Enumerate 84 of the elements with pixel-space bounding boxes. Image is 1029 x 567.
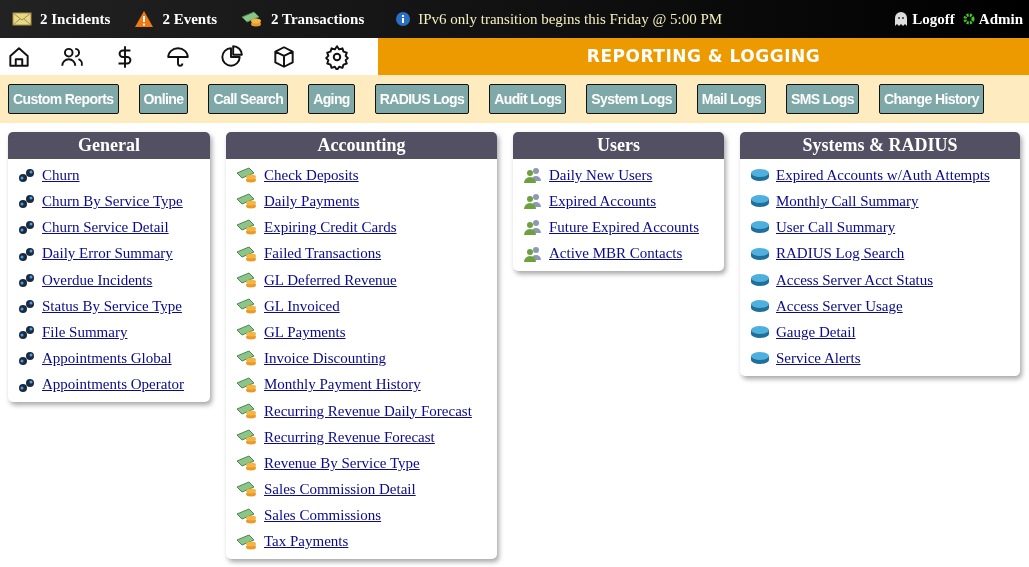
report-link[interactable]: Churn Service Detail: [42, 216, 169, 239]
money-icon: [236, 219, 258, 236]
money-icon: [236, 271, 258, 288]
money-icon: [236, 245, 258, 262]
report-link[interactable]: GL Deferred Revenue: [264, 268, 397, 292]
report-link[interactable]: Active MBR Contacts: [549, 242, 683, 265]
report-link[interactable]: GL Payments: [264, 320, 346, 344]
money-icon: [236, 455, 258, 472]
panel-title: Systems & RADIUS: [740, 132, 1020, 159]
report-link[interactable]: RADIUS Log Search: [776, 242, 905, 265]
panel-title: General: [8, 132, 210, 159]
report-link[interactable]: GL Invoiced: [264, 294, 340, 318]
money-icon: [236, 428, 258, 445]
report-link[interactable]: Invoice Discounting: [264, 347, 387, 370]
ghost-icon: [894, 11, 909, 27]
users-icon: [523, 193, 543, 210]
report-link[interactable]: Expired Accounts: [549, 190, 657, 213]
money-icon: [236, 193, 258, 210]
binoculars-icon: [18, 245, 36, 262]
report-link[interactable]: Expiring Credit Cards: [264, 216, 397, 239]
report-link[interactable]: Sales Commission Detail: [264, 478, 416, 501]
binoculars-icon: [18, 167, 36, 184]
report-link[interactable]: Sales Commissions: [264, 504, 382, 527]
user-link[interactable]: Admin: [962, 7, 1023, 31]
binoculars-icon: [18, 376, 36, 393]
report-link[interactable]: Churn: [42, 163, 80, 187]
binoculars-icon: [18, 298, 36, 315]
money-icon: [236, 298, 258, 315]
report-link[interactable]: Appointments Global: [42, 347, 172, 370]
report-link[interactable]: Future Expired Accounts: [549, 216, 699, 239]
report-link[interactable]: Expired Accounts w/Auth Attempts: [776, 163, 990, 187]
panel-title: Users: [513, 132, 724, 159]
warning-icon: [134, 10, 155, 28]
money-icon: [236, 350, 258, 367]
report-link[interactable]: Daily New Users: [549, 163, 653, 187]
report-link[interactable]: Monthly Payment History: [264, 373, 421, 396]
users-icon: [523, 245, 543, 262]
report-link[interactable]: Gauge Detail: [776, 320, 856, 344]
user-link[interactable]: Logoff: [894, 7, 955, 31]
alert-link[interactable]: 2 Incidents: [12, 7, 111, 31]
report-link[interactable]: Overdue Incidents: [42, 268, 153, 292]
report-link[interactable]: Access Server Acct Status: [776, 268, 934, 292]
report-link[interactable]: Revenue By Service Type: [264, 451, 420, 475]
alert-link[interactable]: 2 Events: [134, 7, 218, 31]
box-icon[interactable]: [271, 43, 297, 70]
report-link[interactable]: Failed Transactions: [264, 242, 382, 265]
envelope-icon: [12, 12, 32, 26]
report-link[interactable]: Access Server Usage: [776, 294, 903, 318]
money-icon: [236, 507, 258, 524]
money-icon: [241, 11, 264, 27]
money-icon: [236, 324, 258, 341]
money-icon: [236, 167, 258, 184]
report-link[interactable]: Status By Service Type: [42, 294, 182, 318]
binoculars-icon: [18, 271, 36, 288]
money-icon: [236, 481, 258, 498]
report-link[interactable]: Recurring Revenue Daily Forecast: [264, 399, 472, 423]
users-icon: [523, 167, 543, 184]
info-icon: [396, 12, 411, 26]
page-title: REPORTING & LOGGING: [378, 38, 1029, 75]
report-link[interactable]: User Call Summary: [776, 216, 896, 239]
money-icon: [236, 533, 258, 550]
report-link[interactable]: Monthly Call Summary: [776, 190, 919, 213]
report-link[interactable]: Daily Error Summary: [42, 242, 173, 265]
money-icon: [236, 402, 258, 419]
report-link[interactable]: Tax Payments: [264, 530, 349, 553]
gear-icon: [962, 13, 975, 25]
binoculars-icon: [18, 324, 36, 341]
panel-title: Accounting: [226, 132, 497, 159]
pie-chart-icon[interactable]: [218, 43, 244, 70]
binoculars-icon: [18, 219, 36, 236]
report-link[interactable]: Appointments Operator: [42, 373, 185, 396]
users-icon: [523, 219, 543, 236]
report-link[interactable]: Churn By Service Type: [42, 190, 183, 213]
report-link[interactable]: Service Alerts: [776, 347, 861, 370]
report-link[interactable]: File Summary: [42, 320, 128, 344]
report-link[interactable]: Check Deposits: [264, 163, 359, 187]
report-link[interactable]: Recurring Revenue Forecast: [264, 425, 435, 449]
notice-text: IPv6 only transition begins this Friday @ 5:00 PM: [418, 9, 723, 29]
report-link[interactable]: Daily Payments: [264, 190, 360, 213]
binoculars-icon: [18, 350, 36, 367]
binoculars-icon: [18, 193, 36, 210]
alert-link[interactable]: 2 Transactions: [241, 7, 365, 31]
money-icon: [236, 376, 258, 393]
settings-icon[interactable]: [324, 43, 350, 70]
